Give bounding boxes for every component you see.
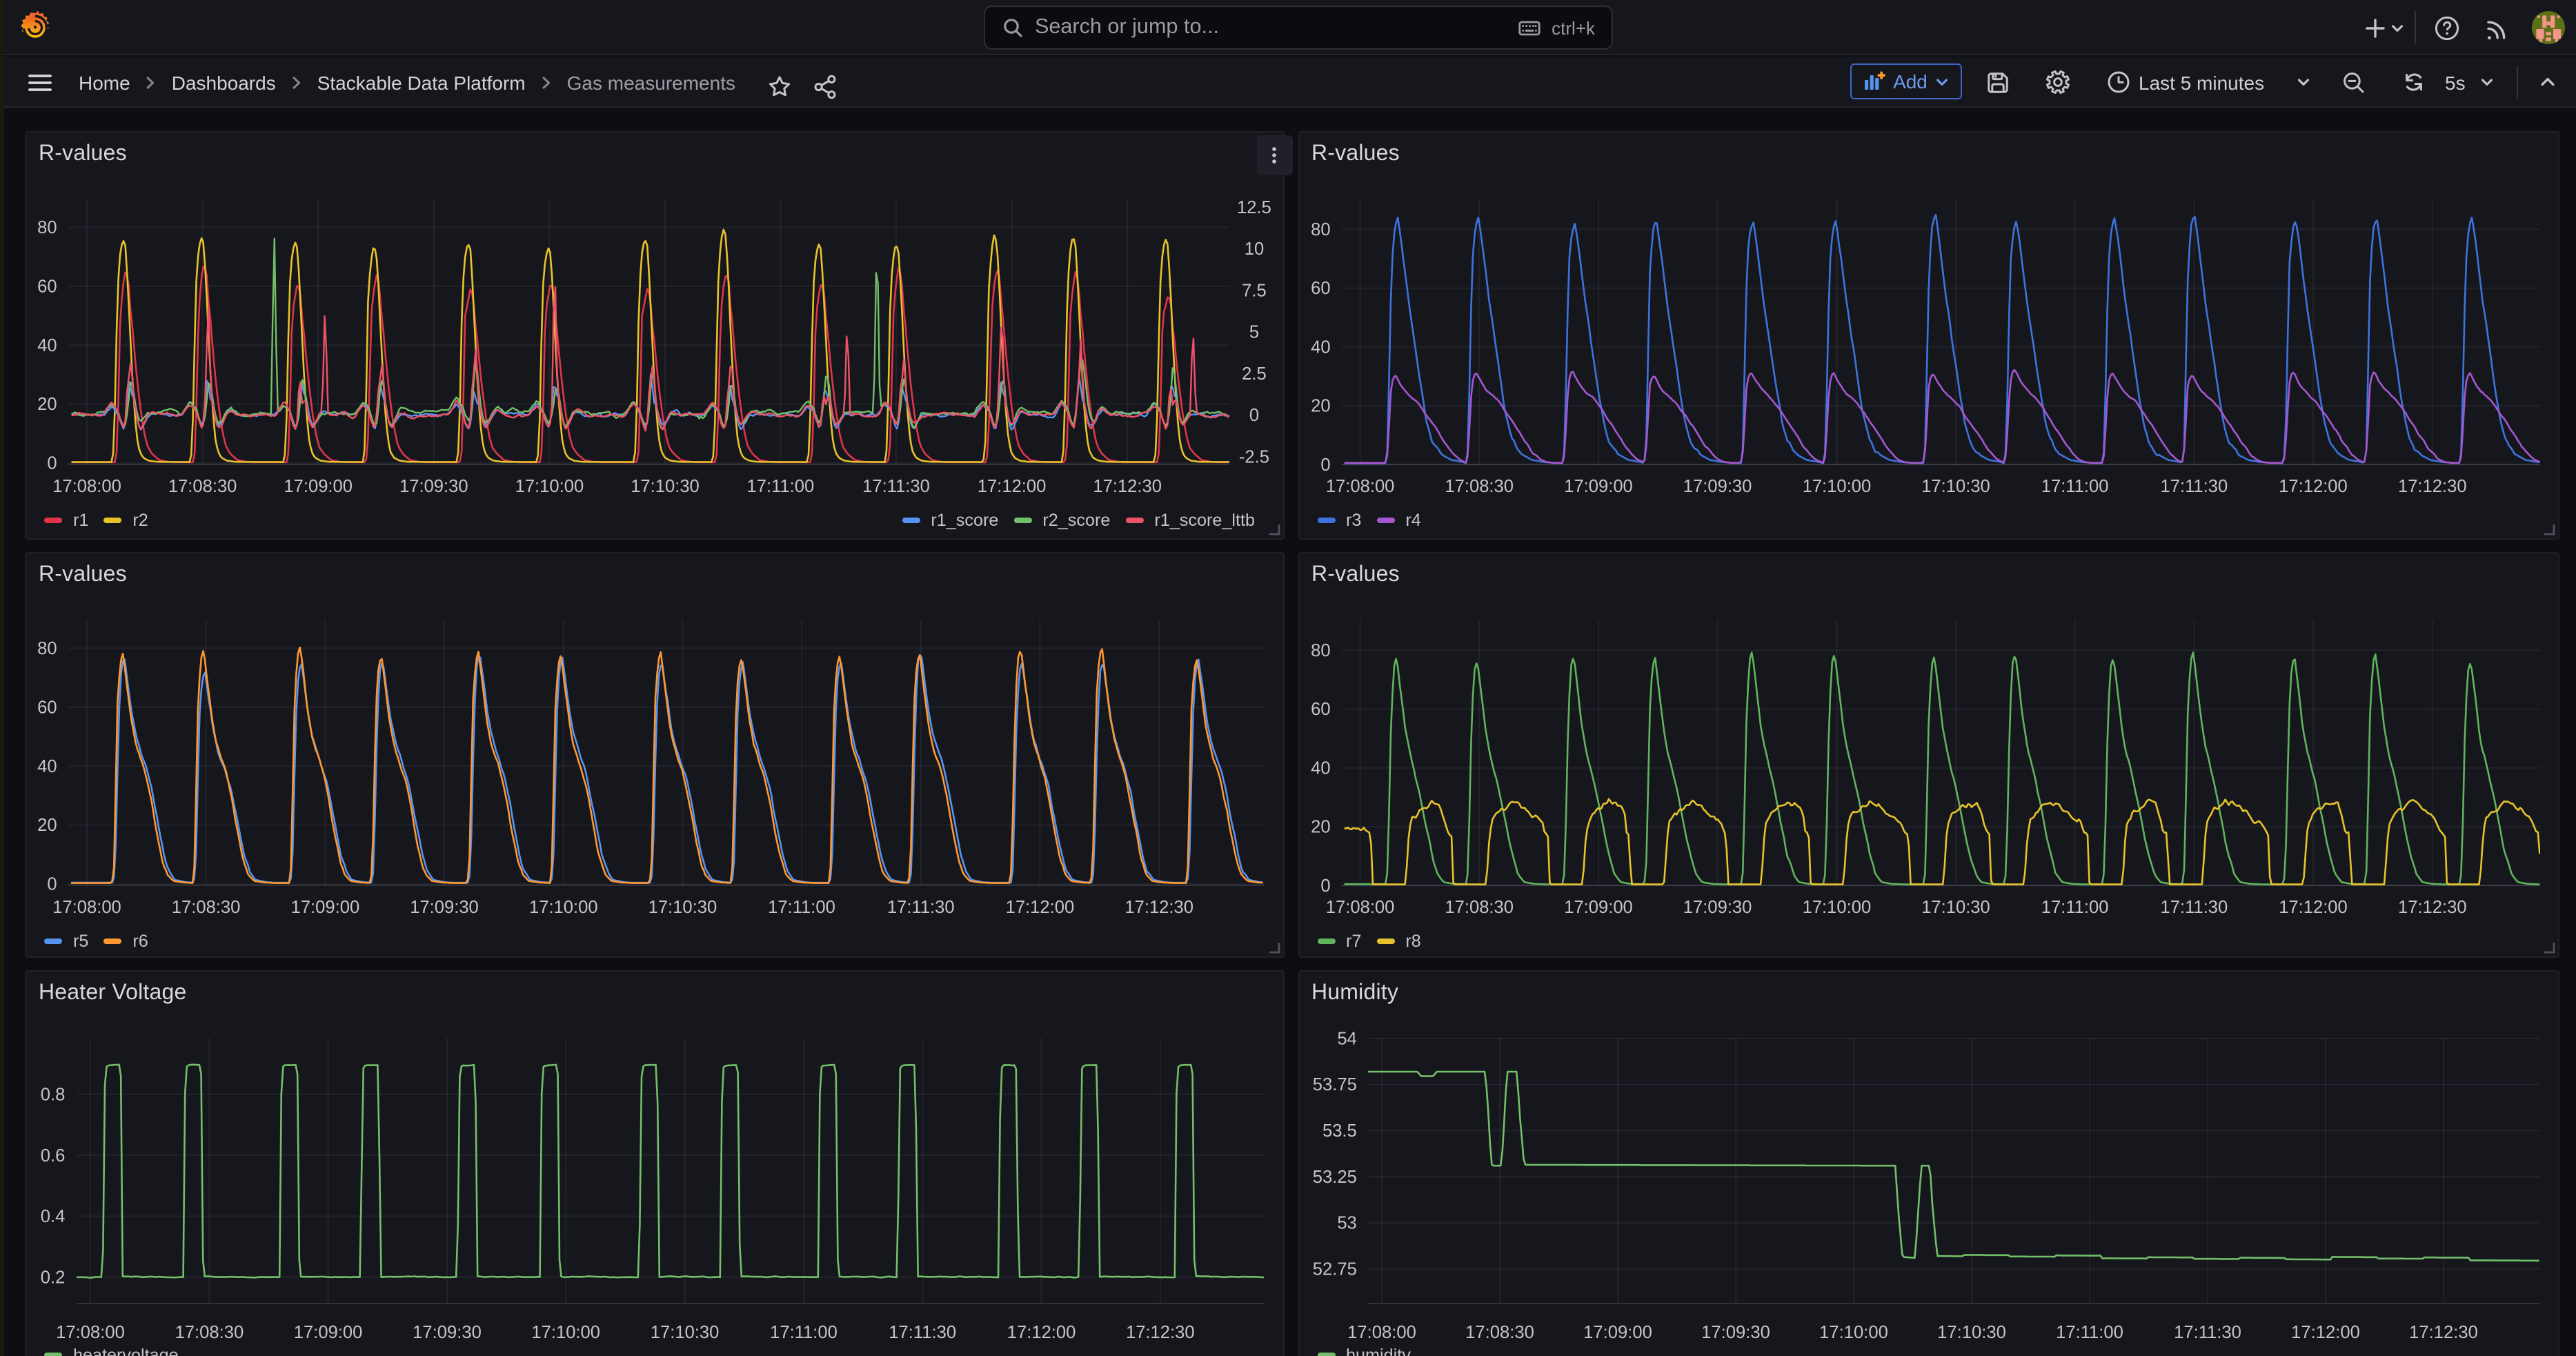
svg-text:17:08:00: 17:08:00	[1347, 1322, 1416, 1342]
svg-text:17:12:30: 17:12:30	[2408, 1322, 2477, 1342]
svg-text:17:09:30: 17:09:30	[1683, 897, 1752, 916]
svg-text:40: 40	[37, 756, 57, 776]
svg-text:17:08:30: 17:08:30	[172, 897, 241, 916]
svg-text:17:10:30: 17:10:30	[651, 1322, 720, 1342]
svg-text:53.75: 53.75	[1312, 1074, 1356, 1094]
svg-text:17:12:30: 17:12:30	[2397, 477, 2466, 496]
svg-text:40: 40	[1310, 758, 1329, 777]
svg-text:17:11:30: 17:11:30	[889, 1322, 956, 1342]
svg-text:53: 53	[1336, 1213, 1356, 1232]
svg-text:17:11:00: 17:11:00	[2055, 1322, 2123, 1342]
svg-text:17:09:30: 17:09:30	[1683, 477, 1752, 496]
svg-text:17:11:00: 17:11:00	[2041, 897, 2108, 916]
svg-text:17:09:30: 17:09:30	[410, 897, 479, 916]
svg-text:17:12:00: 17:12:00	[1007, 1322, 1076, 1342]
svg-text:7.5: 7.5	[1242, 281, 1267, 300]
svg-text:17:12:30: 17:12:30	[1124, 897, 1193, 916]
svg-text:53.5: 53.5	[1322, 1121, 1356, 1140]
svg-text:17:09:00: 17:09:00	[291, 897, 360, 916]
svg-text:0: 0	[47, 874, 57, 894]
svg-text:17:11:30: 17:11:30	[2160, 477, 2228, 496]
svg-text:40: 40	[1310, 337, 1329, 357]
svg-text:0.4: 0.4	[41, 1206, 66, 1226]
svg-text:17:08:30: 17:08:30	[1444, 897, 1513, 916]
svg-text:17:08:00: 17:08:00	[56, 1322, 125, 1342]
svg-text:17:12:00: 17:12:00	[2278, 477, 2347, 496]
svg-text:52.75: 52.75	[1312, 1259, 1356, 1279]
svg-text:60: 60	[1310, 699, 1329, 718]
svg-text:17:12:00: 17:12:00	[978, 477, 1047, 496]
svg-text:12.5: 12.5	[1237, 198, 1271, 217]
svg-text:80: 80	[37, 638, 57, 658]
svg-text:60: 60	[37, 697, 57, 716]
svg-text:0.8: 0.8	[41, 1085, 66, 1104]
svg-text:80: 80	[37, 218, 57, 237]
svg-text:10: 10	[1245, 239, 1264, 259]
svg-text:17:12:30: 17:12:30	[1093, 477, 1162, 496]
svg-text:17:09:30: 17:09:30	[399, 477, 468, 496]
svg-text:0: 0	[1249, 406, 1259, 425]
svg-text:5: 5	[1249, 322, 1259, 342]
svg-text:17:10:00: 17:10:00	[515, 477, 584, 496]
svg-text:2.5: 2.5	[1242, 364, 1267, 384]
svg-text:80: 80	[1310, 220, 1329, 239]
svg-text:17:09:00: 17:09:00	[284, 477, 353, 496]
svg-text:0: 0	[47, 453, 57, 473]
svg-text:20: 20	[1310, 396, 1329, 415]
svg-text:0.6: 0.6	[41, 1146, 66, 1165]
svg-text:17:08:30: 17:08:30	[1465, 1322, 1534, 1342]
svg-text:17:09:00: 17:09:00	[1563, 477, 1632, 496]
svg-text:0: 0	[1320, 455, 1329, 475]
svg-text:17:10:30: 17:10:30	[631, 477, 700, 496]
svg-text:17:11:00: 17:11:00	[768, 897, 835, 916]
svg-text:17:11:30: 17:11:30	[2173, 1322, 2241, 1342]
svg-text:17:08:30: 17:08:30	[168, 477, 237, 496]
svg-text:17:08:00: 17:08:00	[1325, 897, 1394, 916]
svg-text:17:12:30: 17:12:30	[2397, 897, 2466, 916]
svg-text:20: 20	[37, 395, 57, 414]
svg-text:17:10:00: 17:10:00	[531, 1322, 600, 1342]
svg-text:17:11:00: 17:11:00	[2041, 477, 2108, 496]
svg-text:17:09:00: 17:09:00	[294, 1322, 363, 1342]
svg-text:0: 0	[1320, 876, 1329, 895]
svg-text:80: 80	[1310, 640, 1329, 660]
svg-text:17:10:00: 17:10:00	[1819, 1322, 1888, 1342]
svg-text:17:09:00: 17:09:00	[1583, 1322, 1652, 1342]
svg-text:17:09:30: 17:09:30	[413, 1322, 482, 1342]
svg-text:17:10:30: 17:10:30	[648, 897, 717, 916]
svg-text:0.2: 0.2	[41, 1268, 66, 1287]
svg-text:17:08:30: 17:08:30	[1444, 477, 1513, 496]
svg-text:17:08:00: 17:08:00	[52, 477, 121, 496]
svg-text:17:08:00: 17:08:00	[52, 897, 121, 916]
svg-text:17:10:00: 17:10:00	[1802, 477, 1871, 496]
svg-text:17:09:30: 17:09:30	[1701, 1322, 1770, 1342]
svg-text:17:11:00: 17:11:00	[747, 477, 815, 496]
svg-text:17:09:00: 17:09:00	[1563, 897, 1632, 916]
svg-text:17:08:00: 17:08:00	[1325, 477, 1394, 496]
svg-text:17:12:30: 17:12:30	[1126, 1322, 1195, 1342]
svg-text:17:10:00: 17:10:00	[1802, 897, 1871, 916]
svg-text:17:10:30: 17:10:30	[1936, 1322, 2005, 1342]
svg-text:17:12:00: 17:12:00	[1006, 897, 1075, 916]
svg-text:17:10:30: 17:10:30	[1921, 477, 1990, 496]
svg-text:17:08:30: 17:08:30	[175, 1322, 244, 1342]
svg-text:40: 40	[37, 336, 57, 355]
svg-text:17:10:30: 17:10:30	[1921, 897, 1990, 916]
svg-text:-2.5: -2.5	[1239, 447, 1269, 466]
svg-text:17:12:00: 17:12:00	[2278, 897, 2347, 916]
svg-text:17:12:00: 17:12:00	[2290, 1322, 2359, 1342]
svg-text:17:11:00: 17:11:00	[770, 1322, 838, 1342]
svg-text:60: 60	[1310, 279, 1329, 298]
svg-text:20: 20	[37, 815, 57, 834]
svg-text:17:10:00: 17:10:00	[529, 897, 598, 916]
svg-text:53.25: 53.25	[1312, 1167, 1356, 1186]
svg-text:20: 20	[1310, 817, 1329, 836]
svg-text:54: 54	[1336, 1029, 1356, 1048]
svg-text:17:11:30: 17:11:30	[887, 897, 955, 916]
svg-text:60: 60	[37, 277, 57, 296]
svg-text:17:11:30: 17:11:30	[862, 477, 930, 496]
svg-text:17:11:30: 17:11:30	[2160, 897, 2228, 916]
